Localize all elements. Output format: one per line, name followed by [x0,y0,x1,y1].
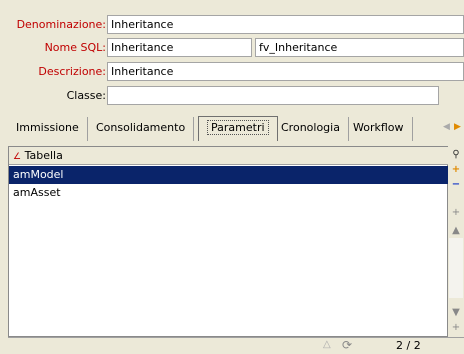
nome-sql-field[interactable]: Inheritance [107,38,252,57]
tab-cronologia[interactable]: Cronologia [273,117,349,141]
tab-consolidamento[interactable]: Consolidamento [88,117,195,141]
tab-label: Cronologia [281,121,340,134]
sort-icon: ∠ [13,152,22,162]
list-side-toolbar: ⚲ + − + ▲ ▼ + [448,146,464,337]
sql-name-readonly: fv_Inheritance [255,38,464,57]
search-icon[interactable]: ⚲ [449,148,463,161]
tab-label: Immissione [16,121,79,134]
page-counter: 2 / 2 [396,339,421,352]
tab-label: Parametri [207,120,269,135]
scroll-up-icon[interactable]: ▲ [449,224,463,237]
row-classe: Classe: ⚲ ▤ ▾ [0,86,464,189]
tab-scroll-left-icon[interactable]: ◀ [443,122,450,132]
row-descrizione: Descrizione: Inheritance [0,62,464,82]
row-denominazione: Denominazione: Inheritance [0,15,464,35]
table-list: ∠ Tabella amModel amAsset [8,146,449,337]
status-bar: △ ⟳ 2 / 2 [8,337,464,354]
scroll-down-icon[interactable]: ▼ [449,306,463,319]
nome-sql-label: Nome SQL: [44,41,106,54]
tab-parametri[interactable]: Parametri [198,116,278,141]
row-nome-sql: Nome SQL: Inheritance fv_Inheritance [0,38,464,58]
warning-icon: △ [323,339,331,350]
list-item[interactable]: amModel [9,166,449,184]
descrizione-label: Descrizione: [38,65,106,78]
add-icon[interactable]: + [449,163,463,176]
list-item[interactable]: amAsset [9,184,449,202]
classe-label: Classe: [66,89,106,102]
tab-label: Consolidamento [96,121,186,134]
refresh-icon[interactable]: ⟳ [342,338,352,352]
column-header-label: Tabella [24,149,63,162]
remove-icon[interactable]: − [449,178,463,191]
scrollbar-track[interactable] [449,238,463,298]
tab-label: Workflow [353,121,404,134]
tab-scroll-right-icon[interactable]: ▶ [454,122,461,132]
column-header-tabella[interactable]: ∠ Tabella [9,147,449,165]
tab-immissione[interactable]: Immissione [8,117,88,141]
tab-workflow[interactable]: Workflow [345,117,413,141]
expand-icon[interactable]: + [449,206,463,219]
denominazione-label: Denominazione: [16,18,106,31]
denominazione-field[interactable]: Inheritance [107,15,464,34]
collapse-icon[interactable]: + [449,321,463,334]
descrizione-field[interactable]: Inheritance [107,62,464,81]
tab-bar: Immissione Consolidamento Parametri Cron… [0,116,464,141]
classe-field[interactable] [107,86,439,105]
